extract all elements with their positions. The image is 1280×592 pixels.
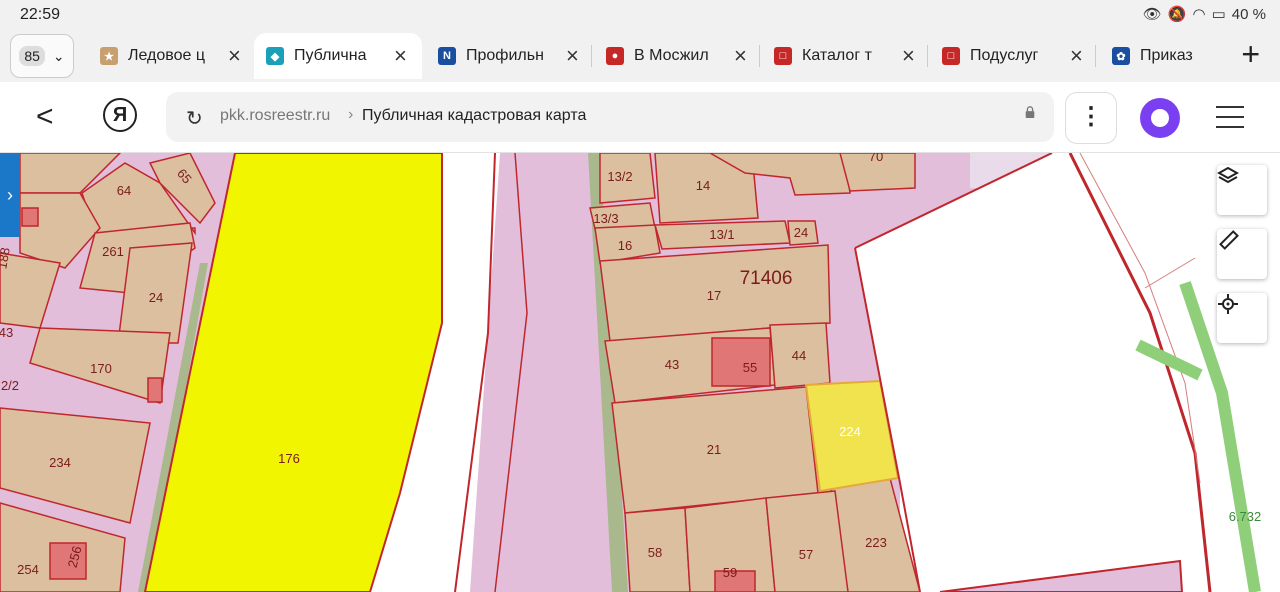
parcel-label: 58 bbox=[648, 545, 662, 560]
battery-icon: ▭ bbox=[1211, 6, 1226, 23]
parcel-label: 176 bbox=[278, 451, 300, 466]
selected-parcel-label: 224 bbox=[839, 424, 861, 439]
parcel-label: 13/2 bbox=[607, 169, 632, 184]
close-icon[interactable]: × bbox=[394, 43, 407, 69]
navigation-bar: < Я ↻ pkk.rosreestr.ru › Публичная кадас… bbox=[0, 82, 1280, 153]
tab-title: Публична bbox=[294, 47, 367, 64]
tab-title: Каталог т bbox=[802, 47, 872, 64]
close-icon[interactable]: × bbox=[228, 43, 241, 69]
tab-3[interactable]: N Профильн × bbox=[426, 33, 592, 79]
parcel-label: 57 bbox=[799, 547, 813, 562]
parcel-label: 16 bbox=[618, 238, 632, 253]
parcel-label: 2/2 bbox=[1, 378, 19, 393]
chevron-right-icon: › bbox=[348, 106, 354, 123]
parcel-label: 43 bbox=[0, 325, 13, 340]
tab-favicon-icon: N bbox=[438, 47, 456, 65]
tab-title: Приказ bbox=[1140, 47, 1193, 64]
close-icon[interactable]: × bbox=[734, 43, 747, 69]
parcel-label: 170 bbox=[90, 361, 112, 376]
eye-icon: 👁 bbox=[1142, 6, 1162, 23]
more-menu-button[interactable]: ⋮ bbox=[1065, 92, 1117, 144]
page-title: Публичная кадастровая карта bbox=[362, 107, 587, 124]
tab-favicon-icon: □ bbox=[774, 47, 792, 65]
parcel-label: 261 bbox=[102, 244, 124, 259]
tab-title: Подуслуг bbox=[970, 47, 1039, 64]
tab-bar: 85 ⌄ ★ Ледовое ц × ◆ Публична × N Профил… bbox=[0, 30, 1280, 82]
tab-title: Профильн bbox=[466, 47, 544, 64]
back-button[interactable]: < bbox=[36, 100, 54, 134]
parcel-label: 17 bbox=[707, 288, 721, 303]
hamburger-menu-button[interactable] bbox=[1216, 106, 1244, 136]
parcel-label: 70 bbox=[869, 153, 883, 164]
tab-favicon-icon: ✿ bbox=[1112, 47, 1130, 65]
tab-favicon-icon: □ bbox=[942, 47, 960, 65]
parcel-label: 21 bbox=[707, 442, 721, 457]
new-tab-button[interactable]: + bbox=[1241, 36, 1260, 73]
tab-2[interactable]: ◆ Публична × bbox=[254, 33, 422, 79]
tab-favicon-icon: ● bbox=[606, 47, 624, 65]
lock-icon bbox=[1025, 106, 1035, 118]
status-icons: 👁 🔕 ◠ ▭ 40 % bbox=[1142, 5, 1266, 24]
alice-assistant-button[interactable] bbox=[1140, 98, 1180, 138]
map-canvas[interactable]: 64 65 261 24 188 170 2/2 43 234 254 256 … bbox=[0, 153, 1280, 592]
tab-count-button[interactable]: 85 ⌄ bbox=[10, 34, 74, 78]
tab-title: Ледовое ц bbox=[128, 47, 206, 64]
parcel-label: 43 bbox=[665, 357, 679, 372]
tab-6[interactable]: □ Подуслуг × bbox=[930, 33, 1096, 79]
parcel-label: 13/1 bbox=[709, 227, 734, 242]
tab-5[interactable]: □ Каталог т × bbox=[762, 33, 928, 79]
battery-level: 40 % bbox=[1231, 5, 1266, 23]
side-panel-toggle[interactable]: › bbox=[0, 153, 20, 237]
parcel-label: 223 bbox=[865, 535, 887, 550]
tab-favicon-icon: ★ bbox=[100, 47, 118, 65]
cadastral-map[interactable]: 64 65 261 24 188 170 2/2 43 234 254 256 … bbox=[0, 153, 1280, 592]
clock: 22:59 bbox=[20, 6, 61, 23]
ruler-icon bbox=[1219, 230, 1239, 250]
parcel-label: 254 bbox=[17, 562, 39, 577]
parcel-label: 13/3 bbox=[593, 211, 618, 226]
layers-icon bbox=[1217, 166, 1239, 184]
tab-1[interactable]: ★ Ледовое ц × bbox=[88, 33, 254, 79]
chevron-down-icon: ⌄ bbox=[52, 47, 65, 64]
tab-count: 85 bbox=[19, 46, 45, 66]
measure-button[interactable] bbox=[1217, 229, 1267, 279]
reload-icon[interactable]: ↻ bbox=[186, 106, 203, 131]
layers-button[interactable] bbox=[1217, 165, 1267, 215]
url-domain: pkk.rosreestr.ru bbox=[220, 107, 331, 124]
crosshair-icon bbox=[1218, 294, 1238, 314]
block-number-label: 71406 bbox=[740, 268, 793, 289]
close-icon[interactable]: × bbox=[902, 43, 915, 69]
tab-favicon-icon: ◆ bbox=[266, 47, 284, 65]
wifi-icon: ◠ bbox=[1192, 6, 1206, 23]
parcel-label: 59 bbox=[723, 565, 737, 580]
distance-label: 6.732 bbox=[1229, 509, 1262, 524]
parcel-label: 24 bbox=[149, 290, 163, 305]
mute-icon: 🔕 bbox=[1167, 6, 1187, 23]
parcel-label: 64 bbox=[117, 183, 131, 198]
close-icon[interactable]: × bbox=[1070, 43, 1083, 69]
tab-4[interactable]: ● В Мосжил × bbox=[594, 33, 760, 79]
address-bar[interactable]: ↻ pkk.rosreestr.ru › Публичная кадастров… bbox=[166, 92, 1054, 142]
tab-7[interactable]: ✿ Приказ bbox=[1100, 33, 1200, 79]
close-icon[interactable]: × bbox=[566, 43, 579, 69]
locate-button[interactable] bbox=[1217, 293, 1267, 343]
parcel-label: 234 bbox=[49, 455, 71, 470]
tab-title: В Мосжил bbox=[634, 47, 709, 64]
yandex-logo-button[interactable]: Я bbox=[103, 98, 137, 132]
parcel-label: 44 bbox=[792, 348, 806, 363]
parcel-label: 55 bbox=[743, 360, 757, 375]
status-bar: 22:59 👁 🔕 ◠ ▭ 40 % bbox=[0, 0, 1280, 30]
parcel-label: 14 bbox=[696, 178, 710, 193]
parcel-label: 24 bbox=[794, 225, 808, 240]
